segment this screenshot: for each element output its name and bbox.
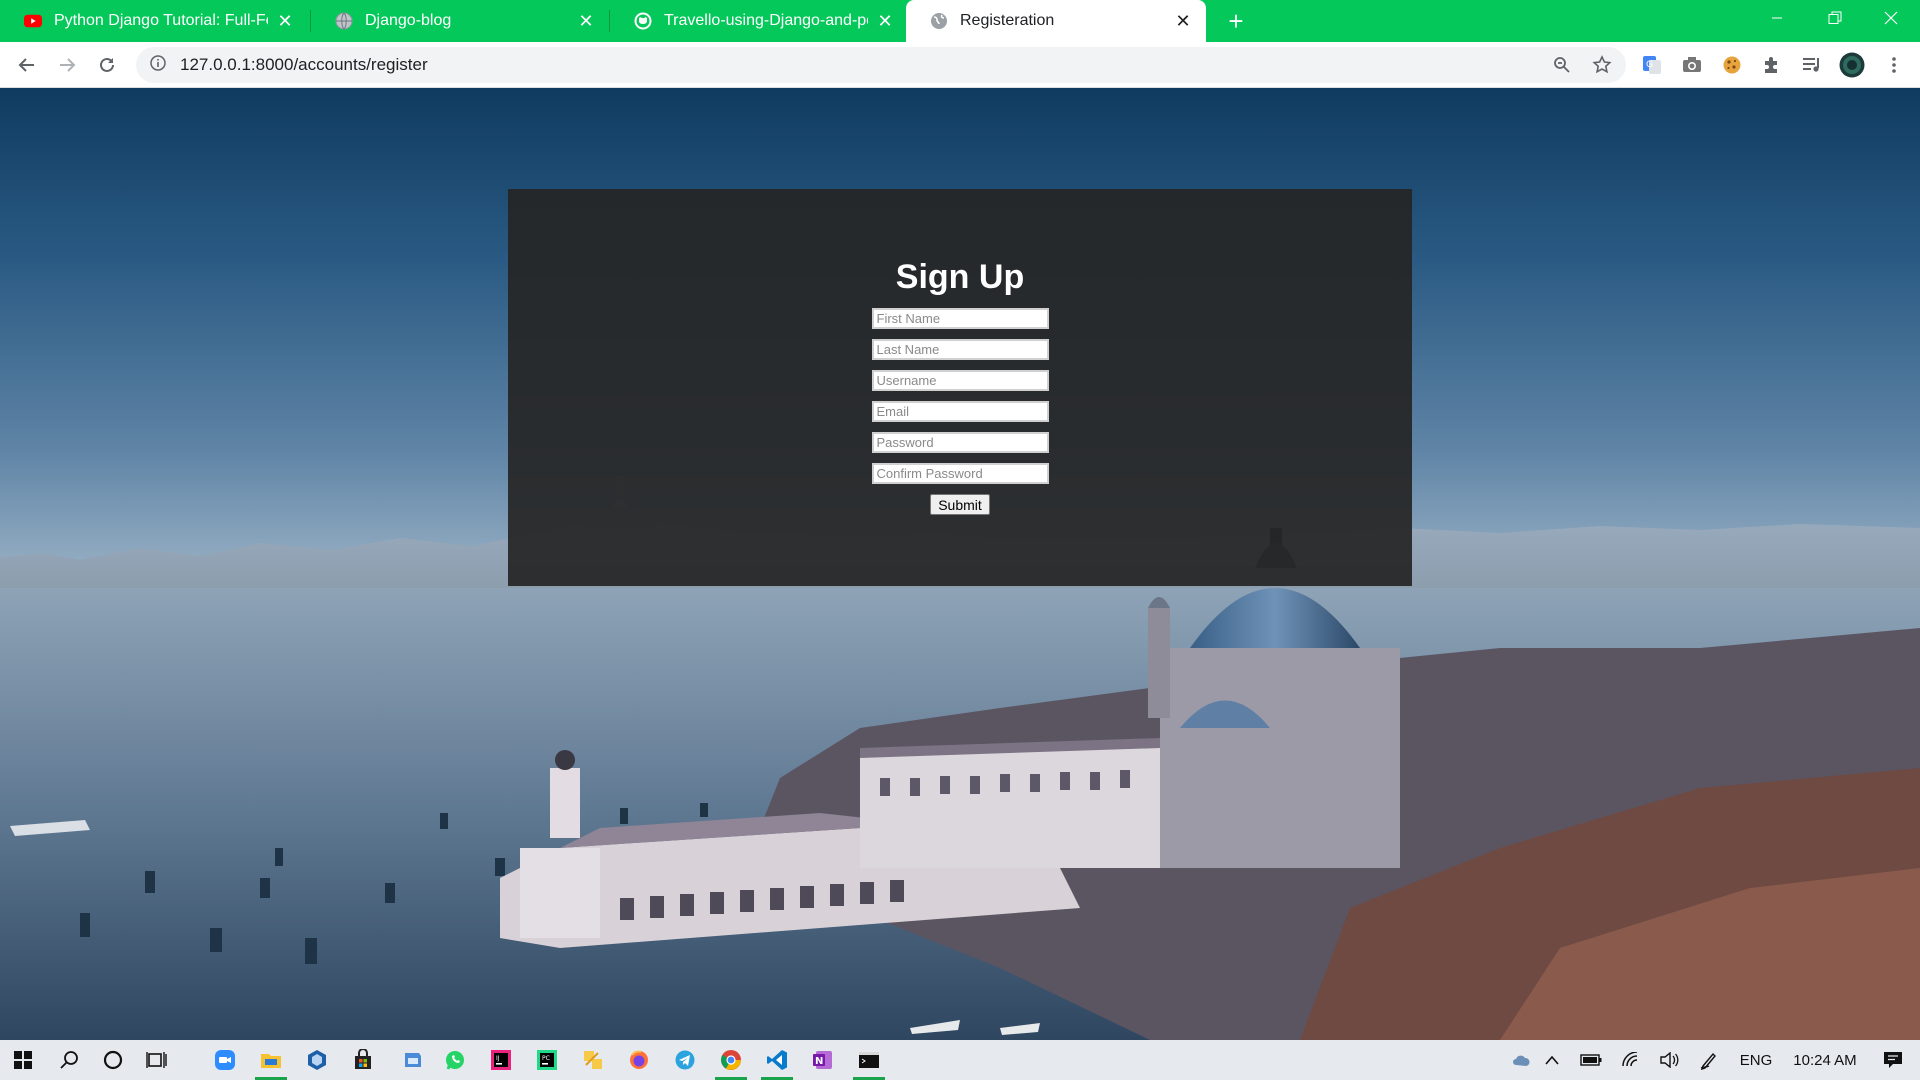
notifications-icon[interactable]: [1870, 1040, 1916, 1080]
store-icon[interactable]: [340, 1040, 386, 1080]
close-tab-icon[interactable]: ✕: [876, 11, 894, 31]
url-text: 127.0.0.1:8000/accounts/register: [180, 55, 428, 74]
minimize-button[interactable]: [1748, 0, 1806, 36]
tab-title: Django-blog: [365, 12, 452, 29]
tab-youtube[interactable]: Python Django Tutorial: Full-Featured ✕: [0, 0, 308, 42]
close-tab-icon[interactable]: ✕: [1174, 11, 1192, 31]
signup-form: Submit: [871, 308, 1049, 515]
svg-text:PC: PC: [542, 1055, 550, 1062]
search-icon[interactable]: [46, 1040, 92, 1080]
volume-icon[interactable]: [1654, 1040, 1684, 1080]
show-hidden-icons-icon[interactable]: [1538, 1040, 1566, 1080]
tab-title: Python Django Tutorial: Full-Featured: [54, 12, 268, 29]
virtualbox-icon[interactable]: [294, 1040, 340, 1080]
chrome-menu-icon[interactable]: [1878, 49, 1910, 81]
google-translate-icon[interactable]: G: [1636, 49, 1668, 81]
globe-icon: [930, 12, 948, 30]
bookmark-star-icon[interactable]: [1586, 49, 1618, 81]
password-field[interactable]: [871, 432, 1049, 453]
last-name-field[interactable]: [871, 339, 1049, 360]
onedrive-tray-icon[interactable]: [1508, 1040, 1534, 1080]
tab-title: Registeration: [960, 12, 1055, 29]
new-tab-button[interactable]: +: [1221, 6, 1251, 36]
submit-button[interactable]: Submit: [930, 494, 990, 515]
reload-button[interactable]: [91, 49, 123, 81]
svg-text:G: G: [1646, 60, 1653, 70]
close-tab-icon[interactable]: ✕: [577, 11, 595, 31]
address-bar[interactable]: 127.0.0.1:8000/accounts/register: [136, 47, 1626, 83]
info-icon[interactable]: [150, 54, 166, 76]
chrome-icon[interactable]: [708, 1040, 754, 1080]
tab-title: Travello-using-Django-and-postgres: [664, 12, 868, 29]
signup-heading: Sign Up: [895, 258, 1025, 296]
cortana-icon[interactable]: [90, 1040, 136, 1080]
pycharm-icon[interactable]: PC: [524, 1040, 570, 1080]
pen-workspace-icon[interactable]: [1694, 1040, 1724, 1080]
intellij-icon[interactable]: IJ: [478, 1040, 524, 1080]
restore-button[interactable]: [1806, 0, 1864, 36]
language-indicator[interactable]: ENG: [1734, 1040, 1778, 1080]
whatsapp-icon[interactable]: [432, 1040, 478, 1080]
tab-registeration[interactable]: Registeration ✕: [906, 0, 1206, 42]
youtube-icon: [24, 12, 42, 30]
terminal-icon[interactable]: [846, 1040, 892, 1080]
task-view-icon[interactable]: [134, 1040, 180, 1080]
profile-avatar[interactable]: [1836, 49, 1868, 81]
clock[interactable]: 10:24 AM: [1780, 1040, 1870, 1080]
file-explorer-icon[interactable]: [248, 1040, 294, 1080]
wifi-icon[interactable]: [1616, 1040, 1646, 1080]
cookie-icon[interactable]: [1716, 49, 1748, 81]
tab-github-travello[interactable]: Travello-using-Django-and-postgres ✕: [610, 0, 908, 42]
email-field[interactable]: [871, 401, 1049, 422]
windows-start-icon[interactable]: [0, 1040, 46, 1080]
signup-card: Sign Up Submit: [508, 189, 1412, 586]
globe-icon: [335, 12, 353, 30]
zoom-icon[interactable]: [1546, 49, 1578, 81]
github-icon: [634, 12, 652, 30]
back-button[interactable]: [11, 49, 43, 81]
forward-button[interactable]: [51, 49, 83, 81]
close-tab-icon[interactable]: ✕: [276, 11, 294, 31]
extensions-puzzle-icon[interactable]: [1756, 49, 1788, 81]
browser-toolbar: 127.0.0.1:8000/accounts/register G: [0, 42, 1920, 88]
battery-icon[interactable]: [1576, 1040, 1606, 1080]
windows-taskbar: IJ PC N ENG 10:24 AM: [0, 1040, 1920, 1080]
vscode-icon[interactable]: [754, 1040, 800, 1080]
first-name-field[interactable]: [871, 308, 1049, 329]
app-icon[interactable]: [390, 1040, 436, 1080]
confirm-password-field[interactable]: [871, 463, 1049, 484]
firefox-icon[interactable]: [616, 1040, 662, 1080]
svg-text:N: N: [815, 1056, 823, 1067]
username-field[interactable]: [871, 370, 1049, 391]
media-queue-icon[interactable]: [1796, 49, 1828, 81]
svg-text:IJ: IJ: [496, 1055, 500, 1062]
telegram-icon[interactable]: [662, 1040, 708, 1080]
onenote-icon[interactable]: N: [800, 1040, 846, 1080]
tab-django-blog[interactable]: Django-blog ✕: [311, 0, 609, 42]
tab-strip: Python Django Tutorial: Full-Featured ✕ …: [0, 0, 1920, 42]
sticky-app-icon[interactable]: [570, 1040, 616, 1080]
close-window-button[interactable]: [1862, 0, 1920, 36]
zoom-app-icon[interactable]: [202, 1040, 248, 1080]
camera-icon[interactable]: [1676, 49, 1708, 81]
page-viewport: Sign Up Submit: [0, 88, 1920, 1040]
